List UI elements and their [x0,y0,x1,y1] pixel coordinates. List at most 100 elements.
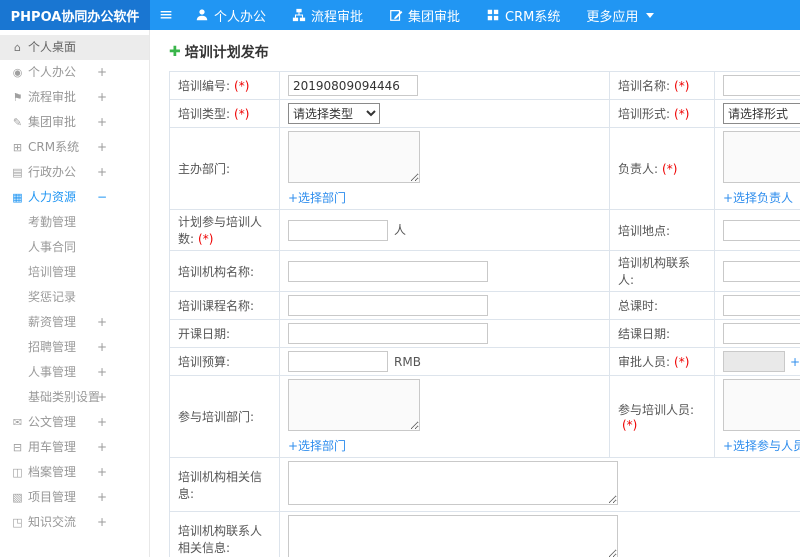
form-row: 培训类型: (*) 请选择类型 培训形式: (*) 请选择形式 [169,99,800,128]
form-row: 开课日期: 结课日期: [169,319,800,348]
training-name-input[interactable] [723,75,800,96]
form-row: 培训编号:(*) 培训名称:(*) [169,71,800,100]
page-header: ✚ 培训计划发布 [169,42,800,62]
sidebar-item-personal-office[interactable]: ◉ 个人办公 + [0,60,149,85]
required-mark: (*) [622,418,638,432]
training-location-input[interactable] [723,219,800,241]
nav-workflow-approval[interactable]: 流程审批 [279,0,376,30]
budget-input[interactable] [288,351,388,372]
sidebar-item-training-mgmt[interactable]: 培训管理 [0,260,149,285]
sidebar-item-rewards[interactable]: 奖惩记录 [0,285,149,310]
expand-icon[interactable]: + [97,360,107,385]
flow-icon [292,8,306,22]
participating-departments-textarea[interactable] [288,379,420,431]
sidebar-item-personnel[interactable]: 人事管理 + [0,360,149,385]
sidebar-item-label: 人事管理 [28,365,77,379]
training-id-input[interactable] [288,75,418,96]
training-plan-form: 培训编号:(*) 培训名称:(*) 培训类型:(*) 请选择类型 培训形式:(*… [169,71,800,557]
sidebar-item-admin-office[interactable]: ▤ 行政办公 + [0,160,149,185]
expand-icon[interactable]: + [97,160,107,185]
sidebar-item-label: 知识交流 [28,515,77,529]
expand-icon[interactable]: + [97,110,107,135]
org-info-textarea[interactable] [288,461,618,505]
form-row: 培训预算: RMB 审批人员:(*) +选择审批人员 [169,347,800,376]
sidebar-item-label: 招聘管理 [28,340,77,354]
host-department-textarea[interactable] [288,131,420,183]
sidebar-item-recruitment[interactable]: 招聘管理 + [0,335,149,360]
field-label: 主办部门: [178,162,231,176]
sidebar-item-hr-contract[interactable]: 人事合同 [0,235,149,260]
expand-icon[interactable]: + [97,485,107,510]
nav-group-approval[interactable]: 集团审批 [376,0,473,30]
required-mark: (*) [674,79,690,93]
sidebar-item-crm[interactable]: ⊞ CRM系统 + [0,135,149,160]
required-mark: (*) [674,107,690,121]
sidebar-item-knowledge[interactable]: ◳ 知识交流 + [0,510,149,535]
leader-textarea[interactable] [723,131,800,183]
select-leader-link[interactable]: +选择负责人 [723,189,800,206]
sidebar-item-base-category[interactable]: 基础类别设置 + [0,385,149,410]
field-label: 培训机构相关信息: [178,469,263,501]
total-hours-input[interactable] [723,295,800,316]
select-approver-link[interactable]: +选择审批人员 [790,355,800,369]
org-name-input[interactable] [288,260,488,282]
unit-label: 人 [394,223,407,237]
approver-input[interactable] [723,351,785,372]
org-contact-info-textarea[interactable] [288,515,618,557]
course-name-input[interactable] [288,295,488,316]
start-date-input[interactable] [288,323,488,344]
add-icon: ✚ [169,44,181,60]
expand-icon[interactable]: + [97,310,107,335]
planned-participants-input[interactable] [288,219,388,241]
select-department-link[interactable]: +选择部门 [288,189,601,206]
expand-icon[interactable]: + [97,410,107,435]
sidebar-item-label: 用车管理 [28,440,77,454]
training-type-select[interactable]: 请选择类型 [288,103,380,124]
expand-icon[interactable]: + [97,510,107,535]
sidebar-item-documents[interactable]: ✉ 公文管理 + [0,410,149,435]
sidebar-item-attendance[interactable]: 考勤管理 [0,210,149,235]
expand-icon[interactable]: + [97,335,107,360]
currency-label: RMB [394,354,421,369]
hamburger-menu-icon[interactable]: ≡ [150,0,182,30]
participating-people-textarea[interactable] [723,379,800,431]
nav-label: 更多应用 [586,9,639,25]
expand-icon[interactable]: + [97,385,107,410]
expand-icon[interactable]: + [97,60,107,85]
required-mark: (*) [234,79,250,93]
nav-more-apps[interactable]: 更多应用 [573,0,667,30]
sidebar-item-workflow[interactable]: ⚑ 流程审批 + [0,85,149,110]
expand-icon[interactable]: + [97,85,107,110]
expand-icon[interactable]: + [97,460,107,485]
org-contact-input[interactable] [723,260,800,282]
sidebar-item-label: 公文管理 [28,415,77,429]
field-label: 培训形式: [618,107,671,121]
field-label: 培训名称: [618,79,671,93]
collapse-icon[interactable]: − [97,185,107,210]
sidebar-item-group-approval[interactable]: ✎ 集团审批 + [0,110,149,135]
sidebar-item-archives[interactable]: ◫ 档案管理 + [0,460,149,485]
sidebar-item-label: 培训管理 [28,265,77,279]
hr-book-icon: ▦ [12,191,23,204]
sidebar-item-salary[interactable]: 薪资管理 + [0,310,149,335]
nav-personal-office[interactable]: 个人办公 [182,0,279,30]
training-form-select[interactable]: 请选择形式 [723,103,800,124]
sidebar-item-desktop[interactable]: ⌂ 个人桌面 [0,35,149,60]
main-content: ✚ 培训计划发布 培训编号:(*) 培训名称:(*) 培训类型:(*) 请选择类… [151,30,800,557]
sidebar-item-projects[interactable]: ▧ 项目管理 + [0,485,149,510]
end-date-input[interactable] [723,323,800,344]
sidebar-item-label: 基础类别设置 [28,390,101,404]
field-label: 培训课程名称: [178,299,255,313]
sidebar-item-hr[interactable]: ▦ 人力资源 − [0,185,149,210]
sidebar-item-label: 行政办公 [28,165,77,179]
expand-icon[interactable]: + [97,135,107,160]
expand-icon[interactable]: + [97,435,107,460]
sidebar-item-vehicle[interactable]: ⊟ 用车管理 + [0,435,149,460]
nav-crm-system[interactable]: CRM系统 [473,0,573,30]
nav-label: 集团审批 [408,9,461,25]
select-department-link[interactable]: +选择部门 [288,437,601,454]
field-label: 培训机构联系人: [618,256,691,287]
required-mark: (*) [662,162,678,176]
folder-icon: ◫ [12,466,23,479]
select-participants-link[interactable]: +选择参与人员 [723,437,800,454]
